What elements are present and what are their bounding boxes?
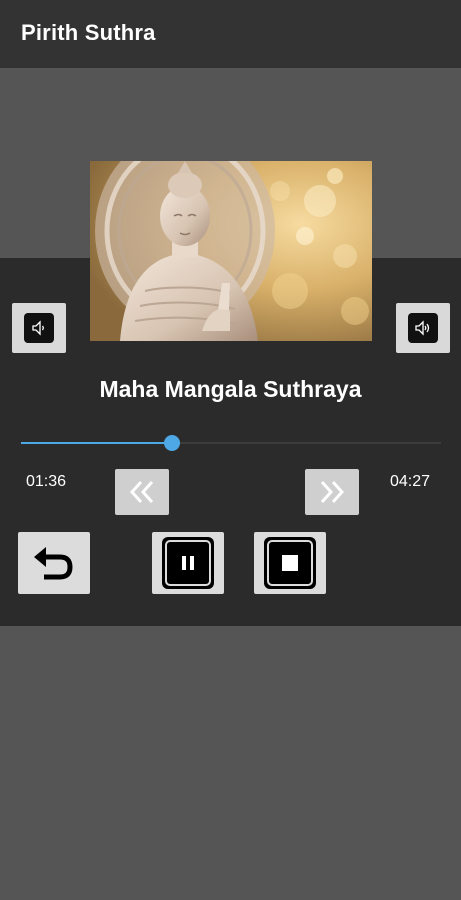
undo-arrow-icon — [34, 547, 73, 580]
volume-up-button[interactable] — [396, 303, 450, 353]
app-bar: Pirith Suthra — [0, 0, 461, 68]
pause-button[interactable] — [152, 532, 224, 594]
rewind-button[interactable] — [115, 469, 169, 515]
total-time: 04:27 — [390, 473, 431, 490]
fast-forward-button[interactable] — [305, 469, 359, 515]
stop-icon — [267, 540, 313, 586]
repeat-button[interactable] — [18, 532, 90, 594]
stop-button[interactable] — [254, 532, 326, 594]
track-artwork — [90, 161, 372, 341]
seek-progress — [21, 442, 173, 444]
elapsed-time: 01:36 — [26, 473, 67, 490]
app-title: Pirith Suthra — [21, 20, 156, 45]
volume-down-button[interactable] — [12, 303, 66, 353]
double-chevron-right-icon — [320, 480, 345, 504]
volume-up-icon — [408, 313, 438, 343]
seek-bar[interactable] — [21, 435, 441, 451]
track-title: Maha Mangala Suthraya — [99, 376, 362, 402]
pause-icon — [165, 540, 211, 586]
buddha-statue-image — [90, 161, 372, 341]
volume-down-icon — [24, 313, 54, 343]
double-chevron-left-icon — [129, 480, 154, 504]
